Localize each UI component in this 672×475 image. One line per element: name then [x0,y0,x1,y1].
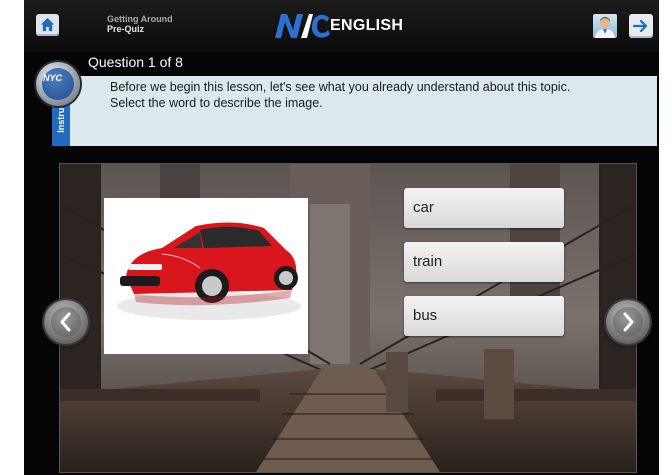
avatar[interactable] [593,14,617,38]
app-window: Getting Around Pre-Quiz ENGLISH Question… [24,0,659,475]
red-car-image [117,222,301,320]
home-icon [40,17,55,32]
answer-option-bus[interactable]: bus [404,296,564,336]
answer-option-car[interactable]: car [404,188,564,228]
user-avatar-icon [595,17,615,38]
breadcrumb: Getting Around Pre-Quiz [107,14,173,34]
answer-option-train[interactable]: train [404,242,564,282]
breadcrumb-lesson: Getting Around [107,14,173,24]
nyc-logo-icon [275,14,330,38]
question-image [104,198,308,354]
home-button[interactable] [36,14,59,36]
chevron-left-icon [60,312,71,332]
logo-wordmark: ENGLISH [330,17,404,34]
nyc-badge-icon: NYC [36,62,80,106]
next-button[interactable] [629,14,653,38]
previous-slide-button[interactable] [44,300,88,344]
top-bar: Getting Around Pre-Quiz ENGLISH [24,0,659,52]
question-counter: Question 1 of 8 [88,54,183,70]
breadcrumb-section: Pre-Quiz [107,24,145,34]
chevron-right-icon [623,312,634,332]
badge-text: NYC [43,73,63,83]
arrow-right-icon [633,19,648,33]
next-slide-button[interactable] [606,300,650,344]
instructions-text: Before we begin this lesson, let's see w… [110,80,571,110]
